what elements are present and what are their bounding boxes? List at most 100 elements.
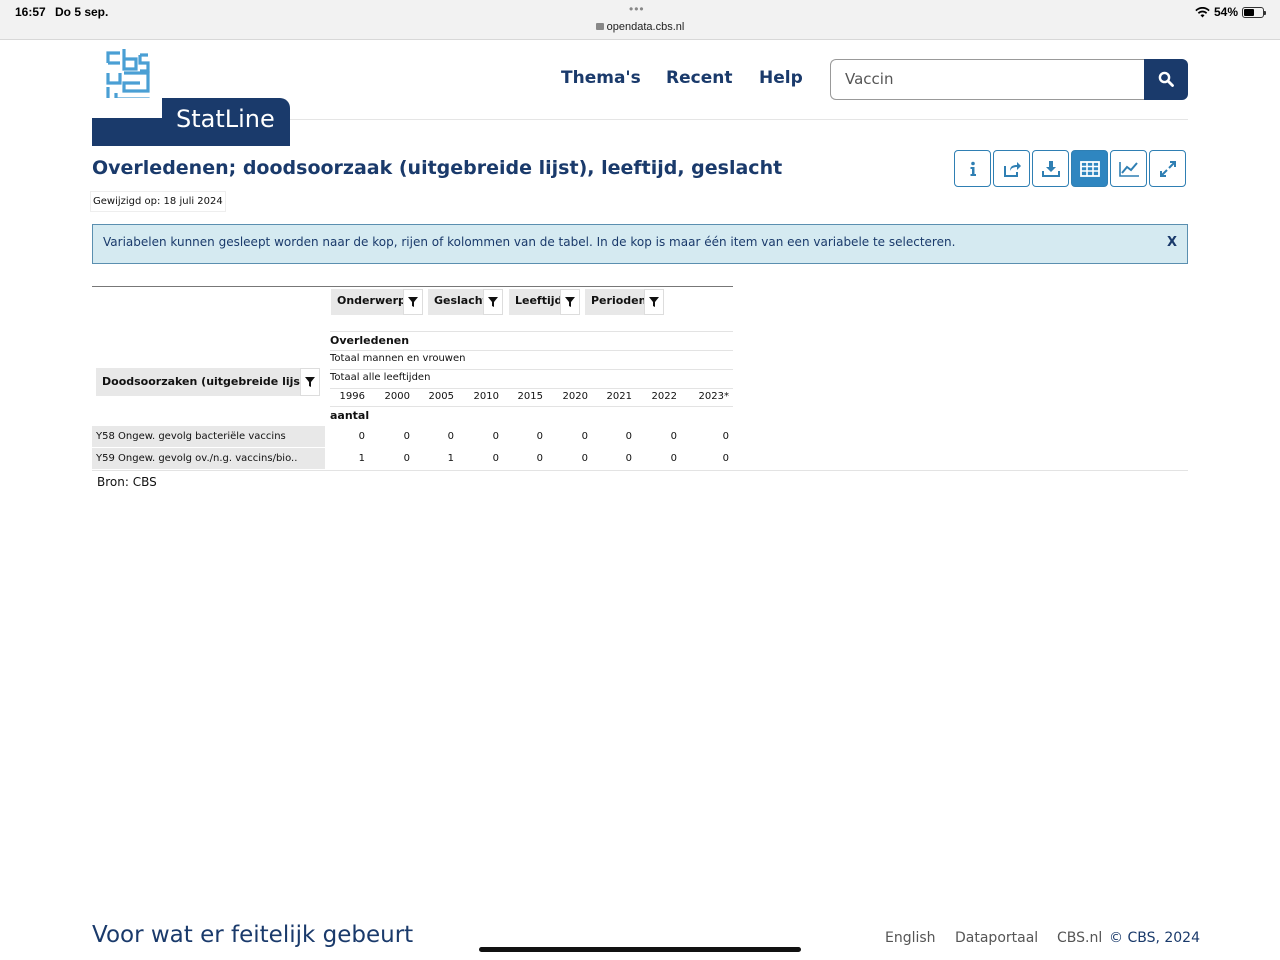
header-divider [330, 406, 733, 407]
filter-icon[interactable] [300, 368, 320, 396]
nav-themas[interactable]: Thema's [561, 68, 641, 88]
status-indicators: 54% [1195, 5, 1266, 19]
table-bottom-border [92, 470, 1188, 471]
wifi-icon [1195, 6, 1210, 17]
filter-icon[interactable] [644, 289, 664, 315]
year-header: 2015 [517, 391, 543, 402]
year-header: 2021 [606, 391, 632, 402]
search-button[interactable] [1144, 59, 1188, 100]
table-cell: 0 [581, 453, 588, 464]
download-button[interactable] [1032, 150, 1069, 187]
year-header: 2005 [428, 391, 454, 402]
table-cell: 1 [358, 453, 365, 464]
column-chip-onderwerp[interactable]: Onderwerp [331, 289, 423, 315]
alert-text: Variabelen kunnen gesleept worden naar d… [103, 235, 956, 249]
year-header: 1996 [339, 391, 365, 402]
modified-date: Gewijzigd op: 18 juli 2024 [90, 191, 226, 212]
header-divider [330, 388, 733, 389]
fullscreen-icon [1159, 160, 1176, 177]
share-icon [1003, 161, 1021, 177]
table-cell: 1 [447, 453, 454, 464]
lock-icon [595, 23, 604, 30]
header-divider [330, 350, 733, 351]
table-cell: 0 [722, 453, 729, 464]
statline-logo[interactable]: StatLine [92, 47, 292, 147]
footer-copyright: © CBS, 2024 [1109, 930, 1200, 946]
chip-label: Doodsoorzaken (uitgebreide lijst) [102, 375, 311, 388]
alert-close-button[interactable]: X [1167, 235, 1177, 250]
topic-header: Overledenen [330, 334, 410, 347]
table-cell: 0 [722, 431, 729, 442]
view-toolbar [954, 150, 1186, 187]
header-divider [330, 331, 733, 332]
chip-label: Perioden [591, 294, 647, 307]
chip-label: Onderwerp [337, 294, 406, 307]
ios-status-bar: 16:57 Do 5 sep. ••• opendata.cbs.nl 54% [0, 0, 1280, 40]
year-header: 2023* [698, 391, 729, 402]
column-chip-perioden[interactable]: Perioden [585, 289, 664, 315]
table-view-button[interactable] [1071, 150, 1108, 187]
filter-icon[interactable] [560, 289, 580, 315]
status-date: Do 5 sep. [55, 5, 109, 19]
year-header: 2000 [384, 391, 410, 402]
table-icon [1079, 160, 1100, 177]
year-header: 2022 [651, 391, 677, 402]
page-title: Overledenen; doodsoorzaak (uitgebreide l… [92, 157, 783, 179]
table-cell: 0 [670, 431, 677, 442]
fullscreen-button[interactable] [1149, 150, 1186, 187]
footer-slogan: Voor wat er feitelijk gebeurt [92, 922, 414, 948]
search-input[interactable]: Vaccin [830, 59, 1146, 100]
year-header: 2010 [473, 391, 499, 402]
column-chip-leeftijd[interactable]: Leeftijd [509, 289, 580, 315]
table-cell: 0 [536, 431, 543, 442]
logo-tab-notch [92, 98, 162, 118]
header-divider [330, 369, 733, 370]
footer-link-dataportaal[interactable]: Dataportaal [955, 930, 1038, 946]
chart-icon [1118, 161, 1139, 177]
chart-view-button[interactable] [1110, 150, 1147, 187]
filter-icon[interactable] [403, 289, 423, 315]
table-cell: 0 [447, 431, 454, 442]
table-cell: 0 [625, 431, 632, 442]
status-time: 16:57 [15, 5, 46, 19]
info-alert: Variabelen kunnen gesleept worden naar d… [92, 224, 1188, 264]
footer-link-cbs[interactable]: CBS.nl [1057, 930, 1102, 946]
table-cell: 0 [625, 453, 632, 464]
table-cell: 0 [492, 431, 499, 442]
filter-icon[interactable] [483, 289, 503, 315]
info-button[interactable] [954, 150, 991, 187]
gender-header: Totaal mannen en vrouwen [330, 353, 466, 364]
table-cell: 0 [670, 453, 677, 464]
header-divider [290, 119, 1188, 120]
download-icon [1041, 160, 1060, 177]
age-header: Totaal alle leeftijden [330, 372, 431, 383]
nav-recent[interactable]: Recent [666, 68, 732, 88]
row-chip-doodsoorzaken[interactable]: Doodsoorzaken (uitgebreide lijst) [96, 368, 320, 396]
chip-label: Geslacht [434, 294, 488, 307]
unit-header: aantal [330, 409, 370, 422]
source-note: Bron: CBS [97, 475, 157, 489]
table-top-border [92, 286, 733, 287]
table-cell: 0 [536, 453, 543, 464]
address-bar[interactable]: opendata.cbs.nl [0, 21, 1280, 33]
battery-percent: 54% [1213, 5, 1238, 19]
table-cell: 0 [403, 431, 410, 442]
footer-link-english[interactable]: English [885, 930, 936, 946]
home-indicator[interactable] [479, 947, 801, 952]
table-cell: 0 [358, 431, 365, 442]
table-row-label: Y58 Ongew. gevolg bacteriële vaccins [92, 426, 325, 447]
search-icon [1158, 71, 1174, 87]
nav-help[interactable]: Help [759, 68, 803, 88]
table-row-label: Y59 Ongew. gevolg ov./n.g. vaccins/bio.. [92, 448, 325, 469]
battery-icon [1242, 6, 1266, 18]
url-text: opendata.cbs.nl [606, 21, 685, 33]
info-icon [970, 161, 976, 176]
table-cell: 0 [492, 453, 499, 464]
year-header: 2020 [562, 391, 588, 402]
logo-text: StatLine [176, 105, 275, 133]
share-button[interactable] [993, 150, 1030, 187]
chip-label: Leeftijd [515, 294, 563, 307]
more-dots-icon[interactable]: ••• [629, 2, 645, 16]
column-chip-geslacht[interactable]: Geslacht [428, 289, 503, 315]
table-cell: 0 [581, 431, 588, 442]
